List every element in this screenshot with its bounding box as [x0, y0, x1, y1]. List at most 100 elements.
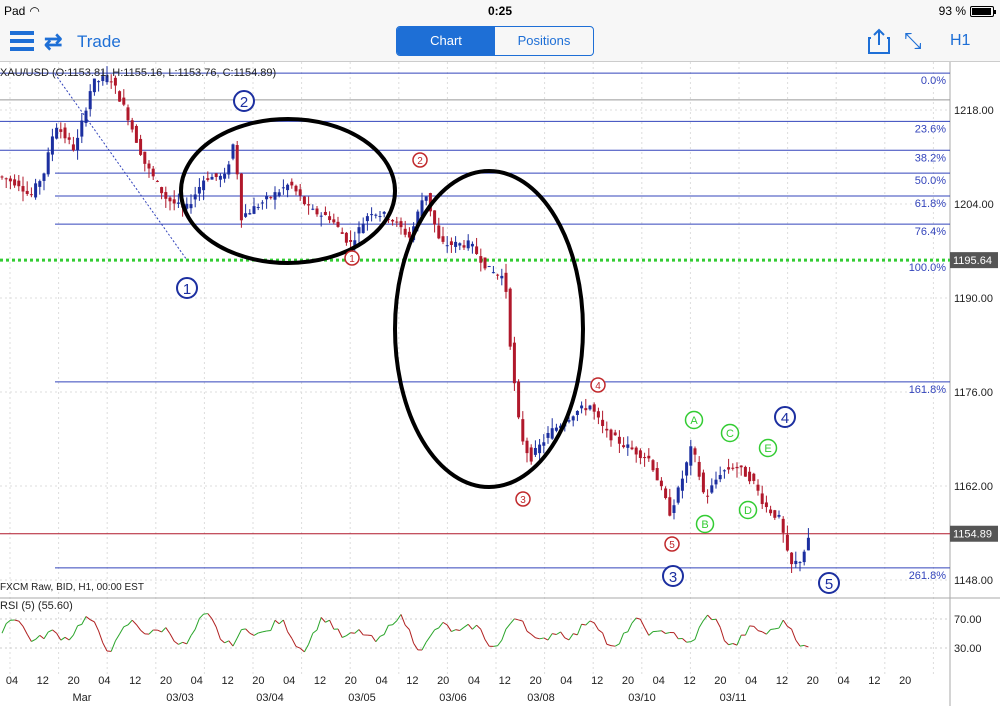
rsi-segment [262, 630, 267, 633]
rsi-segment [799, 644, 805, 647]
rsi-segment [35, 635, 41, 640]
x-tick-label: 20 [529, 675, 541, 687]
fib-ext-label: 161.8% [909, 384, 947, 396]
rsi-segment [199, 613, 204, 619]
candle-body [701, 472, 705, 493]
fib-label: 100.0% [909, 262, 947, 274]
y-tick-label: 1176.00 [954, 387, 993, 399]
candle-body [67, 137, 71, 140]
rsi-segment [552, 633, 557, 635]
candle-body [370, 214, 374, 216]
wave-minor-label: 3 [520, 495, 526, 506]
trade-arrows-icon[interactable]: ⇄ [44, 29, 62, 55]
wave-primary-label: 3 [669, 569, 677, 586]
rsi-segment [782, 619, 788, 627]
candle-body [361, 223, 365, 234]
rsi-segment [556, 631, 561, 635]
rsi-segment [396, 614, 402, 622]
candle-body [294, 185, 298, 192]
rsi-tick: 70.00 [954, 614, 982, 626]
rsi-segment [497, 639, 503, 647]
candle-body [748, 471, 752, 482]
candle-body [672, 505, 676, 513]
candle-body [424, 196, 428, 201]
candle-body [80, 120, 84, 137]
tab-chart[interactable]: Chart [397, 27, 495, 55]
candle-body [319, 215, 323, 217]
y-tick-label: 1218.00 [954, 105, 994, 117]
candle-body [193, 194, 197, 200]
rsi-segment [1, 623, 7, 634]
x-tick-label: 20 [899, 675, 911, 687]
price-chart[interactable]: 0.0% 23.6% 38.2% 50.0% 61.8% 76.4% 100.0% 161.8… [0, 62, 1000, 706]
rsi-segment [761, 631, 767, 635]
rsi-segment [379, 634, 385, 637]
candle-body [508, 288, 512, 347]
candle-body [311, 208, 315, 210]
fib-levels: 0.0% 23.6% 38.2% 50.0% 61.8% 76.4% 100.0% 161.8… [0, 72, 950, 582]
rsi-segment [598, 629, 603, 634]
candle-body [806, 537, 810, 551]
candle-body [143, 151, 147, 164]
rsi-segment [358, 629, 364, 636]
candle-body [302, 196, 306, 205]
rsi-segment [408, 629, 415, 644]
candle-body [139, 138, 143, 155]
candle-body [433, 210, 437, 225]
candle-body [265, 195, 269, 200]
collapse-icon[interactable]: ⤡ [904, 28, 922, 54]
candle-body [357, 227, 361, 234]
rsi-segment [186, 635, 192, 645]
annotations: 1 2 3 4 5 1 2 3 4 5 A B C D E [176, 90, 840, 594]
trade-button[interactable]: Trade [77, 32, 121, 52]
candle-body [290, 181, 294, 186]
rsi-segment [89, 619, 95, 623]
candle-body [407, 231, 411, 238]
rsi-segment [140, 629, 146, 635]
candle-body [710, 485, 714, 493]
rsi-segment [451, 629, 456, 633]
rsi-segment [459, 626, 465, 631]
y-tick-label: 1162.00 [954, 481, 993, 493]
candle-body [617, 436, 621, 444]
menu-icon[interactable] [10, 31, 34, 51]
rsi-segment [316, 617, 322, 631]
candle-body [46, 152, 50, 175]
candle-body [365, 216, 369, 222]
candle-body [567, 420, 571, 422]
rsi-segment [728, 643, 733, 646]
rsi-segment [194, 618, 200, 630]
rsi-segment [215, 626, 221, 640]
candle-body [13, 179, 17, 186]
rsi-segment [64, 636, 70, 641]
rsi-segment [661, 630, 666, 634]
timeframe-button[interactable]: H1 [950, 32, 970, 50]
rsi-segment [350, 632, 355, 634]
rsi-segment [627, 622, 633, 632]
candle-body [739, 465, 743, 468]
rsi-segment [429, 629, 436, 637]
candle-body [25, 190, 29, 194]
rsi-segment [148, 629, 154, 635]
candle-body [118, 91, 122, 102]
wave-minor-label: 2 [417, 156, 423, 167]
rsi-segment [47, 629, 53, 633]
candle-body [584, 408, 588, 411]
candle-body [197, 186, 201, 194]
rsi-segment [766, 629, 771, 635]
candle-body [676, 487, 680, 503]
candle-body [97, 81, 101, 83]
x-tick-label: 04 [98, 675, 110, 687]
rsi-segment [585, 620, 591, 626]
candle-body [449, 241, 453, 245]
candle-body [605, 428, 609, 431]
x-tick-label: 04 [6, 675, 18, 687]
rsi-segment [757, 630, 763, 633]
rsi-segment [463, 623, 469, 628]
candle-body [714, 479, 718, 485]
share-icon[interactable] [868, 28, 890, 54]
rsi-segment [253, 632, 259, 636]
rsi-segment [228, 640, 234, 647]
tab-positions[interactable]: Positions [495, 27, 593, 55]
rsi-segment [631, 617, 637, 624]
